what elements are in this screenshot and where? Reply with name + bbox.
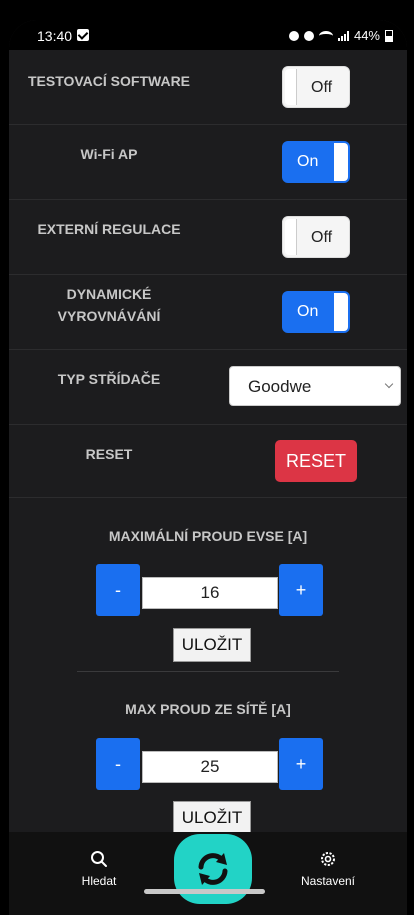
alarm-icon bbox=[288, 30, 299, 41]
chevron-down-icon bbox=[384, 379, 394, 389]
setting-label: TESTOVACÍ SOFTWARE bbox=[27, 73, 191, 89]
mute-icon bbox=[303, 30, 314, 41]
setting-label: RESET bbox=[85, 446, 133, 462]
grid-decrement-button[interactable]: - bbox=[96, 738, 140, 790]
notification-check-icon bbox=[77, 29, 89, 41]
select-value: Goodwe bbox=[248, 377, 312, 396]
home-indicator[interactable] bbox=[144, 889, 265, 894]
max-current-grid-title: MAX PROUD ZE SÍTĚ [A] bbox=[125, 701, 291, 717]
setting-label: EXTERNÍ REGULACE bbox=[37, 221, 181, 237]
evse-current-input[interactable]: 16 bbox=[142, 577, 278, 609]
battery-percent: 44% bbox=[353, 28, 380, 43]
dynamic-balancing-toggle[interactable]: On bbox=[282, 291, 350, 333]
search-icon bbox=[91, 851, 107, 867]
evse-save-button[interactable]: ULOŽIT bbox=[173, 628, 251, 662]
nav-settings[interactable]: Nastavení bbox=[283, 850, 373, 888]
toggle-knob bbox=[334, 143, 348, 181]
status-time: 13:40 bbox=[37, 28, 73, 44]
max-current-evse-title: MAXIMÁLNÍ PROUD EVSE [A] bbox=[108, 528, 308, 544]
reset-button[interactable]: RESET bbox=[275, 440, 357, 482]
wifi-icon bbox=[318, 30, 333, 41]
gear-icon bbox=[321, 852, 335, 866]
nav-settings-label: Nastavení bbox=[300, 874, 356, 888]
grid-increment-button[interactable]: + bbox=[279, 738, 323, 790]
toggle-knob bbox=[285, 219, 297, 255]
bottom-navigation: Hledat Nastavení bbox=[9, 832, 407, 915]
toggle-knob bbox=[285, 69, 297, 105]
nav-search[interactable]: Hledat bbox=[54, 850, 144, 888]
grid-save-button[interactable]: ULOŽIT bbox=[173, 801, 251, 835]
setting-label-line1: DYNAMICKÉ bbox=[66, 286, 152, 302]
wifi-ap-toggle[interactable]: On bbox=[282, 141, 350, 183]
setting-label-line2: VYROVNÁVÁNÍ bbox=[57, 308, 161, 324]
grid-current-input[interactable]: 25 bbox=[142, 751, 278, 783]
setting-row-external-regulation: EXTERNÍ REGULACE Off bbox=[9, 200, 407, 275]
signal-icon bbox=[337, 30, 349, 41]
inverter-type-select[interactable]: Goodwe bbox=[229, 366, 401, 406]
toggle-state: Off bbox=[311, 79, 333, 96]
setting-label: TYP STŘÍDAČE bbox=[57, 371, 161, 387]
setting-label: Wi-Fi AP bbox=[80, 146, 138, 162]
toggle-state: On bbox=[297, 153, 319, 170]
setting-row-dynamic-balancing: DYNAMICKÉ VYROVNÁVÁNÍ On bbox=[9, 275, 407, 350]
setting-row-testing-software: TESTOVACÍ SOFTWARE Off bbox=[9, 50, 407, 125]
external-regulation-toggle[interactable]: Off bbox=[282, 216, 350, 258]
nav-search-label: Hledat bbox=[81, 874, 117, 888]
setting-row-wifi-ap: Wi-Fi AP On bbox=[9, 125, 407, 200]
evse-decrement-button[interactable]: - bbox=[96, 564, 140, 616]
section-divider bbox=[77, 671, 339, 672]
evse-increment-button[interactable]: + bbox=[279, 564, 323, 616]
status-bar: 13:40 44% bbox=[9, 20, 407, 50]
testing-software-toggle[interactable]: Off bbox=[282, 66, 350, 108]
battery-icon bbox=[385, 29, 393, 42]
refresh-icon bbox=[198, 853, 228, 885]
toggle-knob bbox=[334, 293, 348, 331]
toggle-state: On bbox=[297, 303, 319, 320]
status-icons: 44% bbox=[288, 28, 393, 43]
toggle-state: Off bbox=[311, 229, 333, 246]
app-screen: 13:40 44% TESTOVACÍ SOFTWARE Off Wi-Fi A… bbox=[9, 20, 407, 915]
